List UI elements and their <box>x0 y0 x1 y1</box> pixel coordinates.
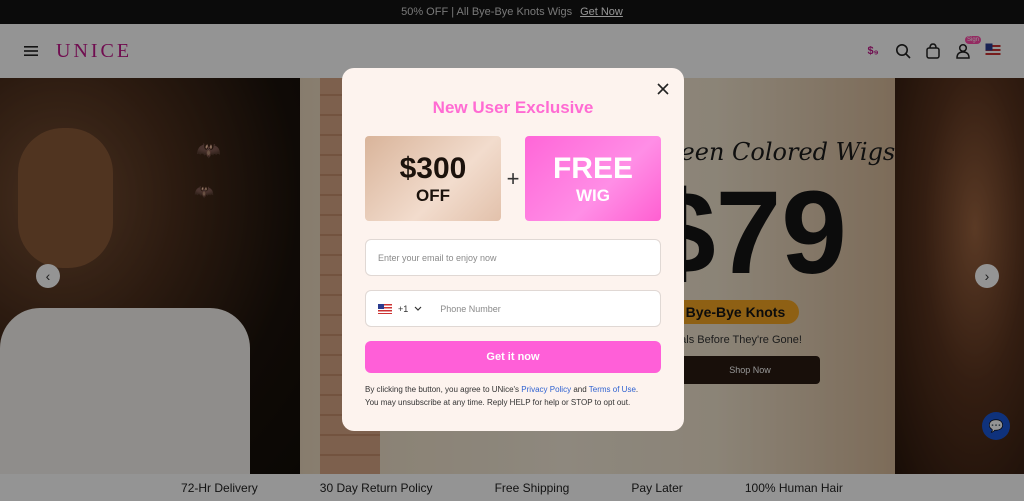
free-label: FREE <box>552 151 633 185</box>
new-user-modal: New User Exclusive $300 OFF + FREE WIG E… <box>342 68 684 431</box>
privacy-policy-link[interactable]: Privacy Policy <box>521 385 571 394</box>
modal-title: New User Exclusive <box>432 98 594 117</box>
wig-label: WIG <box>575 185 610 205</box>
us-flag-icon[interactable] <box>378 303 392 314</box>
close-icon[interactable] <box>654 80 672 98</box>
discount-label: OFF <box>416 185 450 205</box>
free-wig-card: FREE WIG <box>524 136 661 221</box>
country-code[interactable]: +1 <box>398 304 408 314</box>
discount-amount: $300 <box>399 151 467 185</box>
phone-placeholder: Phone Number <box>440 303 501 314</box>
phone-field[interactable]: +1 Phone Number <box>365 290 661 327</box>
offer-cards: $300 OFF + FREE WIG <box>365 136 661 221</box>
legal-line-1: By clicking the button, you agree to UNi… <box>365 385 520 394</box>
legal-text: By clicking the button, you agree to UNi… <box>365 385 639 407</box>
email-placeholder: Enter your email to enjoy now <box>378 252 497 263</box>
legal-and: and <box>573 385 587 394</box>
terms-of-use-link[interactable]: Terms of Use <box>589 385 636 394</box>
plus-icon: + <box>506 165 520 191</box>
chevron-down-icon[interactable] <box>414 304 422 313</box>
discount-card: $300 OFF <box>365 136 501 221</box>
legal-line-2: You may unsubscribe at any time. Reply H… <box>365 398 631 407</box>
get-it-now-button[interactable]: Get it now <box>365 341 661 373</box>
email-field[interactable]: Enter your email to enjoy now <box>365 239 661 276</box>
